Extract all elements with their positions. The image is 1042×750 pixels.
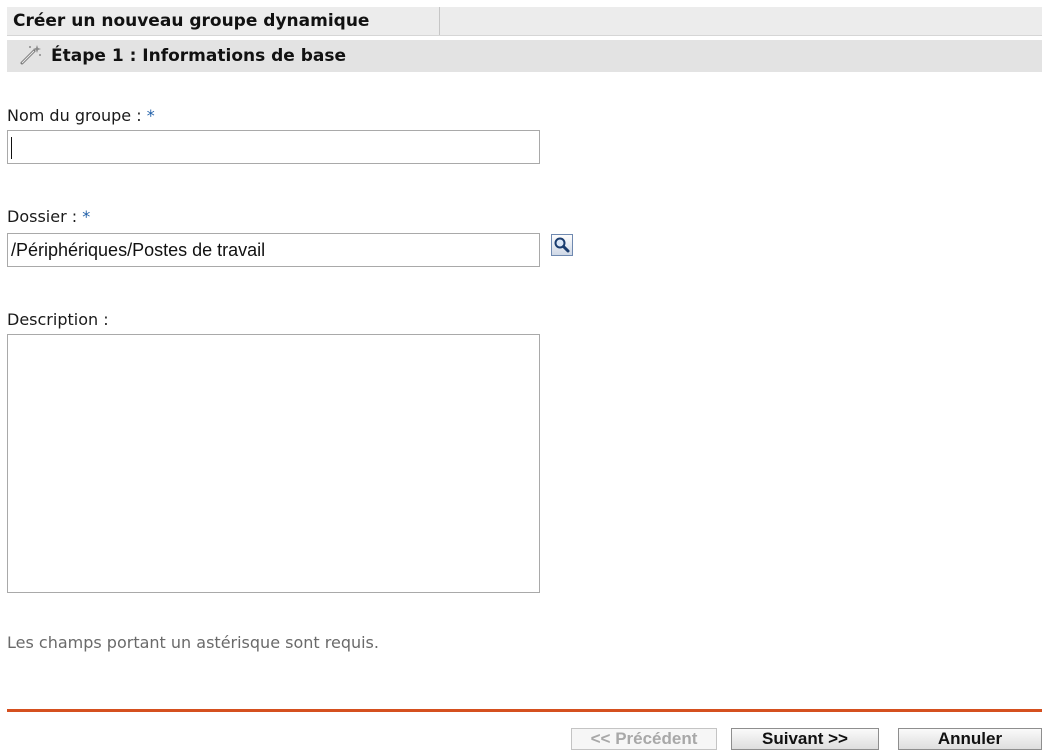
cancel-button[interactable]: Annuler bbox=[898, 728, 1042, 750]
description-textarea[interactable] bbox=[7, 334, 540, 593]
group-name-label-text: Nom du groupe : bbox=[7, 106, 142, 125]
next-button[interactable]: Suivant >> bbox=[731, 728, 879, 750]
group-name-label: Nom du groupe : * bbox=[7, 106, 155, 125]
required-marker: * bbox=[146, 106, 155, 125]
folder-value: /Périphériques/Postes de travail bbox=[11, 240, 266, 260]
group-name-input[interactable] bbox=[7, 130, 540, 164]
footer-divider bbox=[7, 709, 1042, 712]
wizard-title-bar: Créer un nouveau groupe dynamique bbox=[7, 7, 1042, 36]
wizard-title: Créer un nouveau groupe dynamique bbox=[7, 7, 440, 35]
folder-label-text: Dossier : bbox=[7, 207, 78, 226]
folder-input[interactable]: /Périphériques/Postes de travail bbox=[7, 233, 540, 267]
wizard-wand-icon bbox=[19, 44, 43, 66]
description-label: Description : bbox=[7, 310, 109, 329]
magnifier-icon bbox=[552, 237, 572, 259]
step-header: Étape 1 : Informations de base bbox=[7, 40, 1042, 72]
required-fields-note: Les champs portant un astérisque sont re… bbox=[7, 633, 379, 652]
browse-folder-button[interactable] bbox=[551, 234, 573, 256]
folder-label: Dossier : * bbox=[7, 207, 90, 226]
step-title: Étape 1 : Informations de base bbox=[51, 46, 347, 66]
required-marker: * bbox=[82, 207, 91, 226]
text-caret bbox=[11, 137, 12, 160]
previous-button[interactable]: << Précédent bbox=[571, 728, 717, 750]
